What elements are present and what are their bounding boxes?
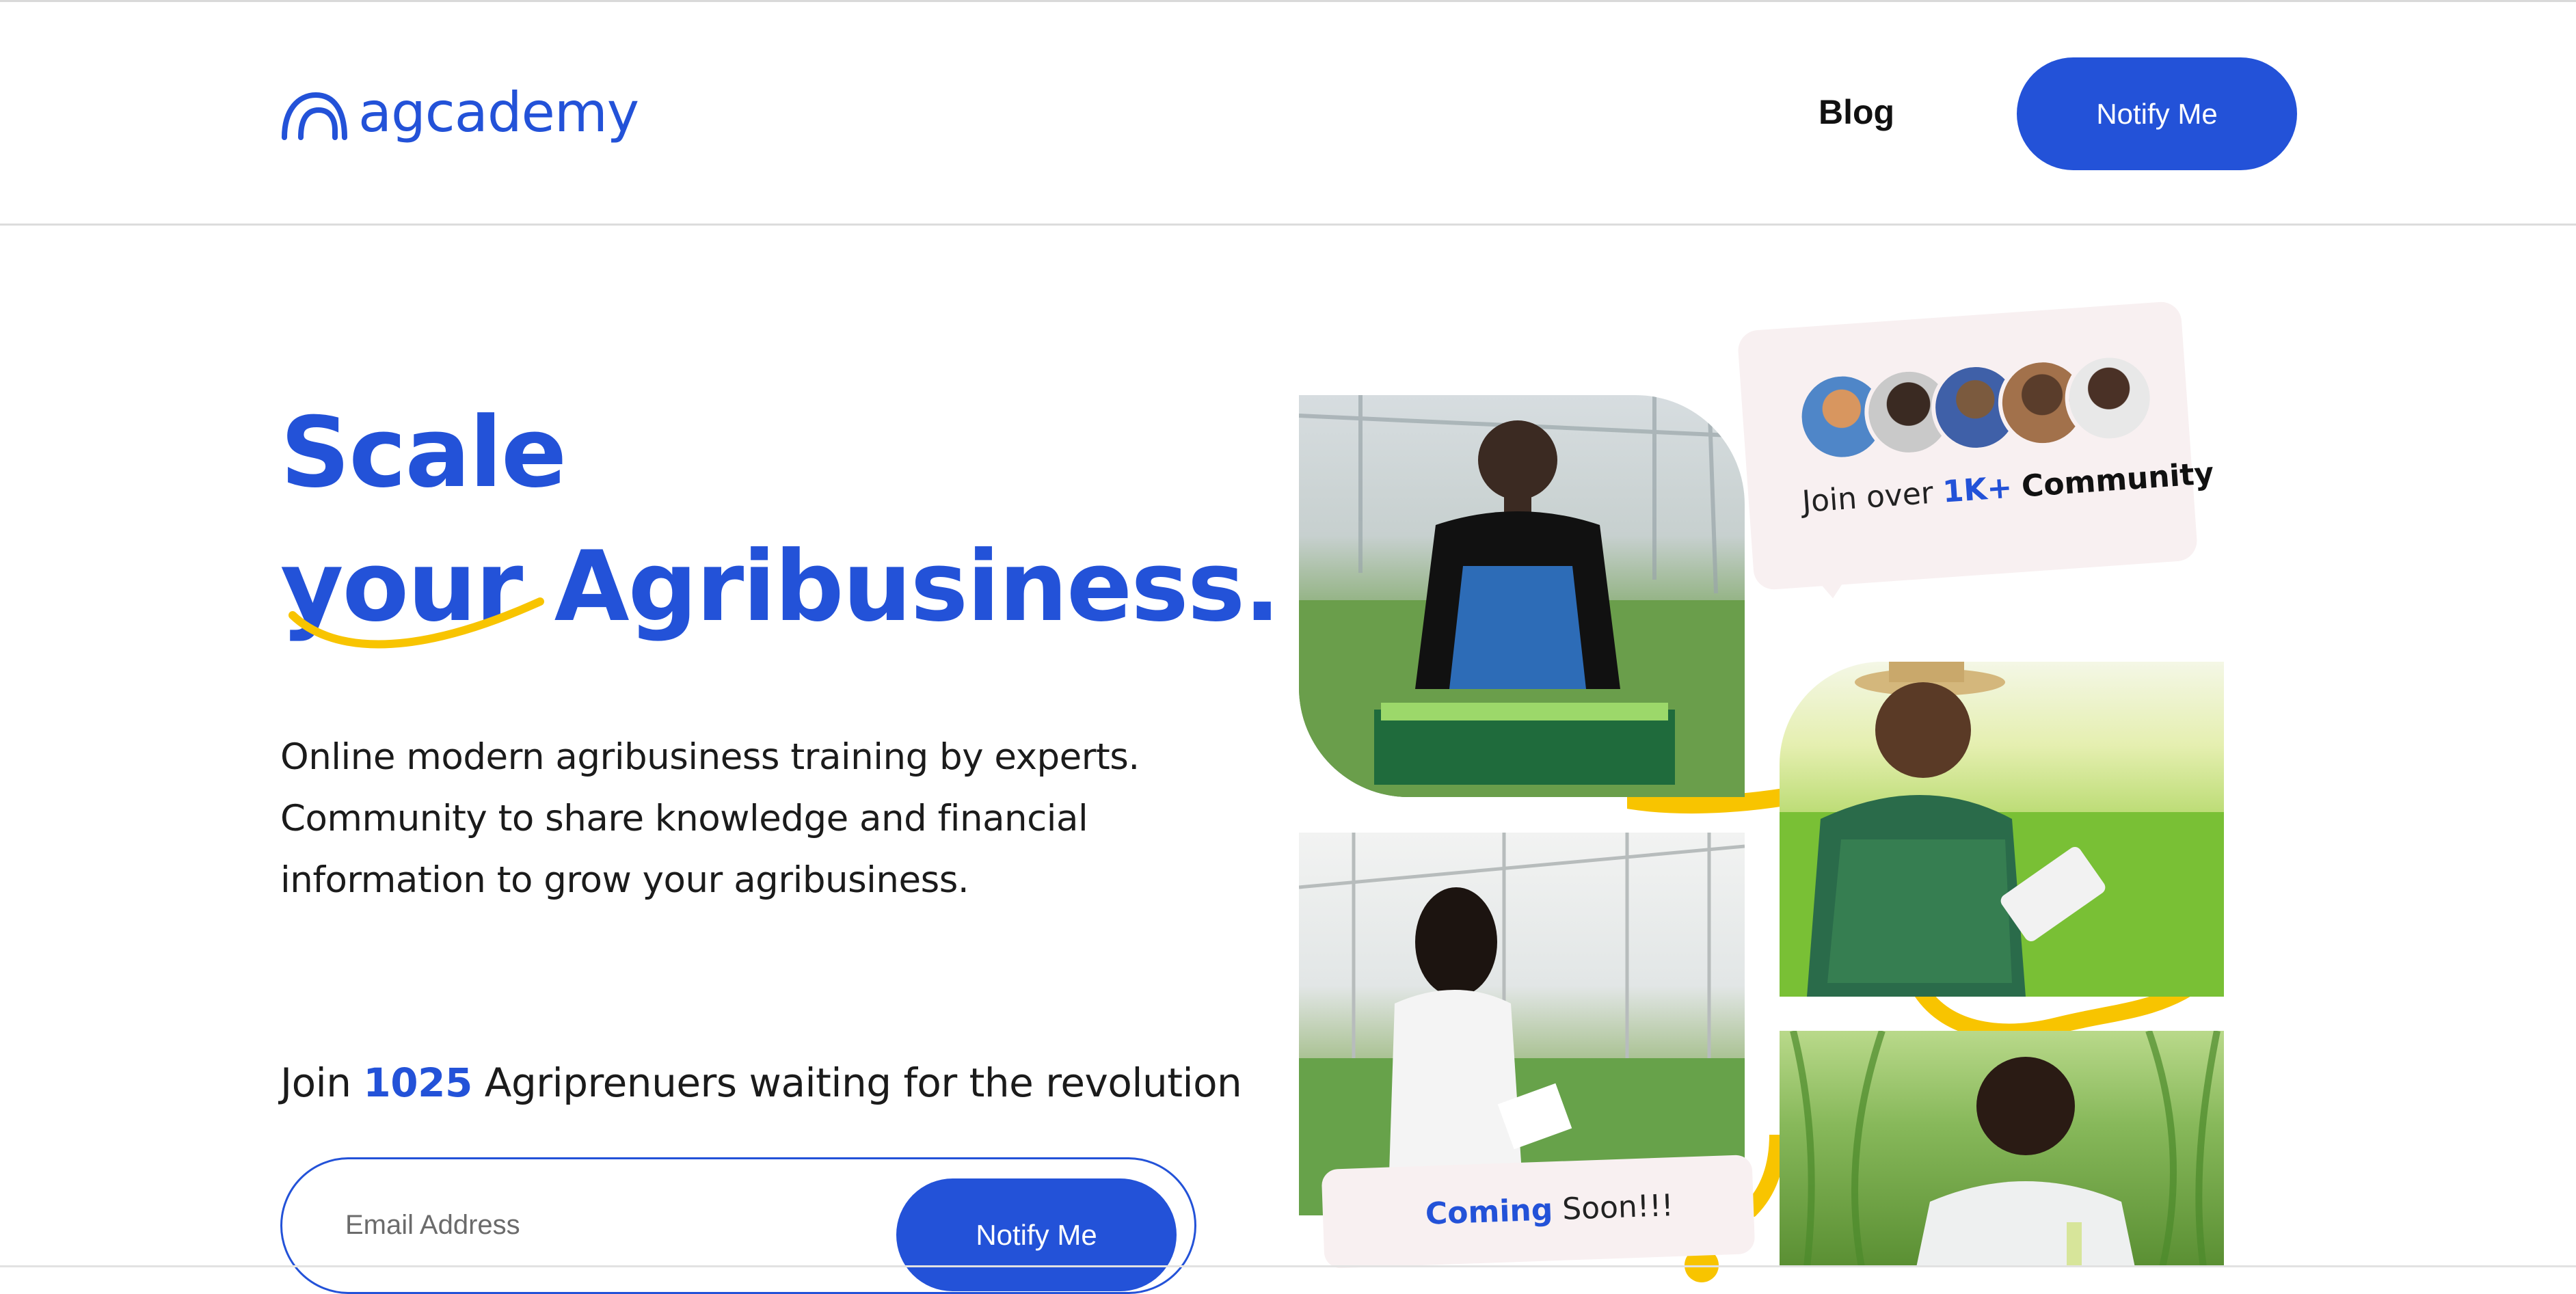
photo-farmer-in-cornfield-illustration xyxy=(1790,1031,2221,1267)
hero-description: Online modern agribusiness training by e… xyxy=(280,727,1237,911)
site-header: agcademy Blog Notify Me xyxy=(0,0,2576,226)
join-count: 1025 xyxy=(363,1060,472,1106)
description-line: Community to share knowledge and financi… xyxy=(280,798,1088,839)
description-line: information to grow your agribusiness. xyxy=(280,859,969,901)
join-suffix: Agriprenuers waiting for the revolution xyxy=(484,1060,1242,1106)
header-notify-button[interactable]: Notify Me xyxy=(2017,57,2297,170)
community-card: Join over 1K+ Community xyxy=(1736,300,2215,599)
community-bubble-tail xyxy=(1819,581,1846,599)
community-count: 1K+ xyxy=(1942,470,2013,510)
photo-farmer-with-crate xyxy=(1299,395,1745,797)
email-input[interactable] xyxy=(344,1194,894,1256)
coming-soon-card: Coming Soon!!! xyxy=(1321,1155,1756,1269)
photo-farmer-with-tablet xyxy=(1780,662,2224,997)
hero-title-agribusiness: Agribusiness. xyxy=(554,530,1281,643)
title-underline-squiggle xyxy=(289,597,544,649)
photo-farmer-in-cornfield xyxy=(1780,1031,2224,1267)
coming-rest: Soon!!! xyxy=(1561,1188,1674,1227)
form-notify-button[interactable]: Notify Me xyxy=(896,1178,1177,1291)
join-prefix: Join xyxy=(280,1060,351,1106)
join-count-text: Join 1025 Agriprenuers waiting for the r… xyxy=(280,1060,1242,1106)
coming-soon-text: Coming Soon!!! xyxy=(1425,1188,1674,1232)
logo-link[interactable]: agcademy xyxy=(280,79,639,147)
photo-farmer-with-tablet-illustration xyxy=(1780,662,2224,997)
hero-title-line1: Scale xyxy=(280,396,567,509)
description-line: Online modern agribusiness training by e… xyxy=(280,736,1140,778)
coming-highlight: Coming xyxy=(1425,1192,1554,1232)
logo-text: agcademy xyxy=(358,81,639,144)
nav-blog-link[interactable]: Blog xyxy=(1819,89,1894,135)
agcademy-logo-icon xyxy=(282,92,347,140)
photo-farmer-with-crate-illustration xyxy=(1299,395,1745,797)
notify-form: Notify Me xyxy=(280,1157,1196,1294)
